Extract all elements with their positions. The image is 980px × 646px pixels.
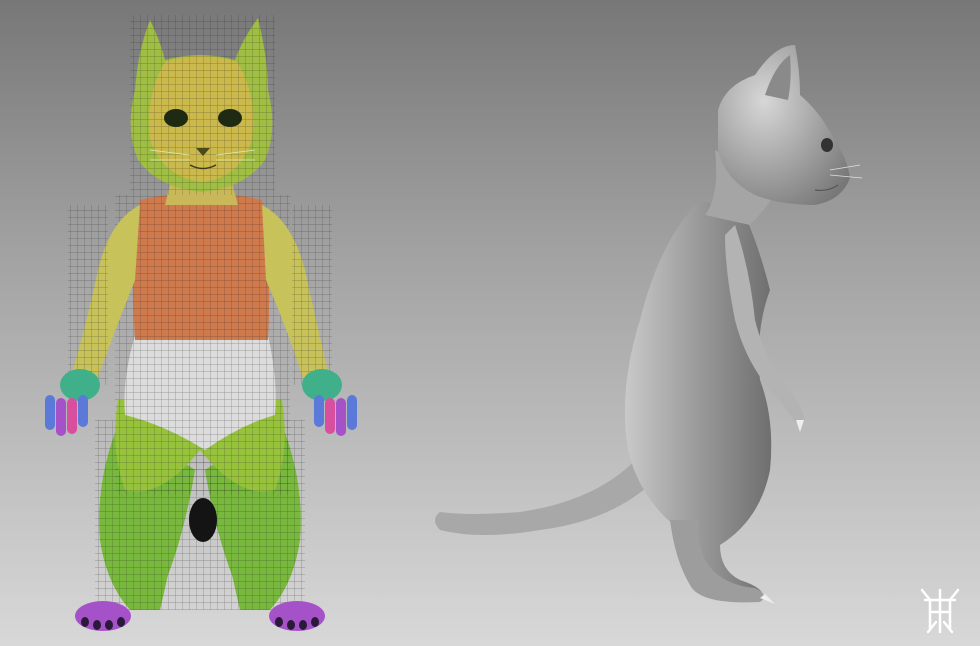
- side-view-model: [435, 45, 863, 604]
- left-arm-wireframe: [68, 205, 108, 385]
- torso-wireframe: [115, 195, 290, 495]
- artist-monogram-icon: [920, 588, 960, 634]
- right-hand: [302, 369, 357, 436]
- tail: [435, 455, 665, 535]
- right-eye: [218, 109, 242, 127]
- front-view-model: [45, 15, 357, 631]
- sculpt-render-viewport: [0, 0, 980, 646]
- left-hand: [45, 369, 100, 436]
- right-arm-wireframe: [292, 205, 332, 385]
- side-eye: [821, 138, 833, 152]
- groin-shape: [189, 498, 217, 542]
- render-canvas: [45, 15, 960, 634]
- left-eye: [164, 109, 188, 127]
